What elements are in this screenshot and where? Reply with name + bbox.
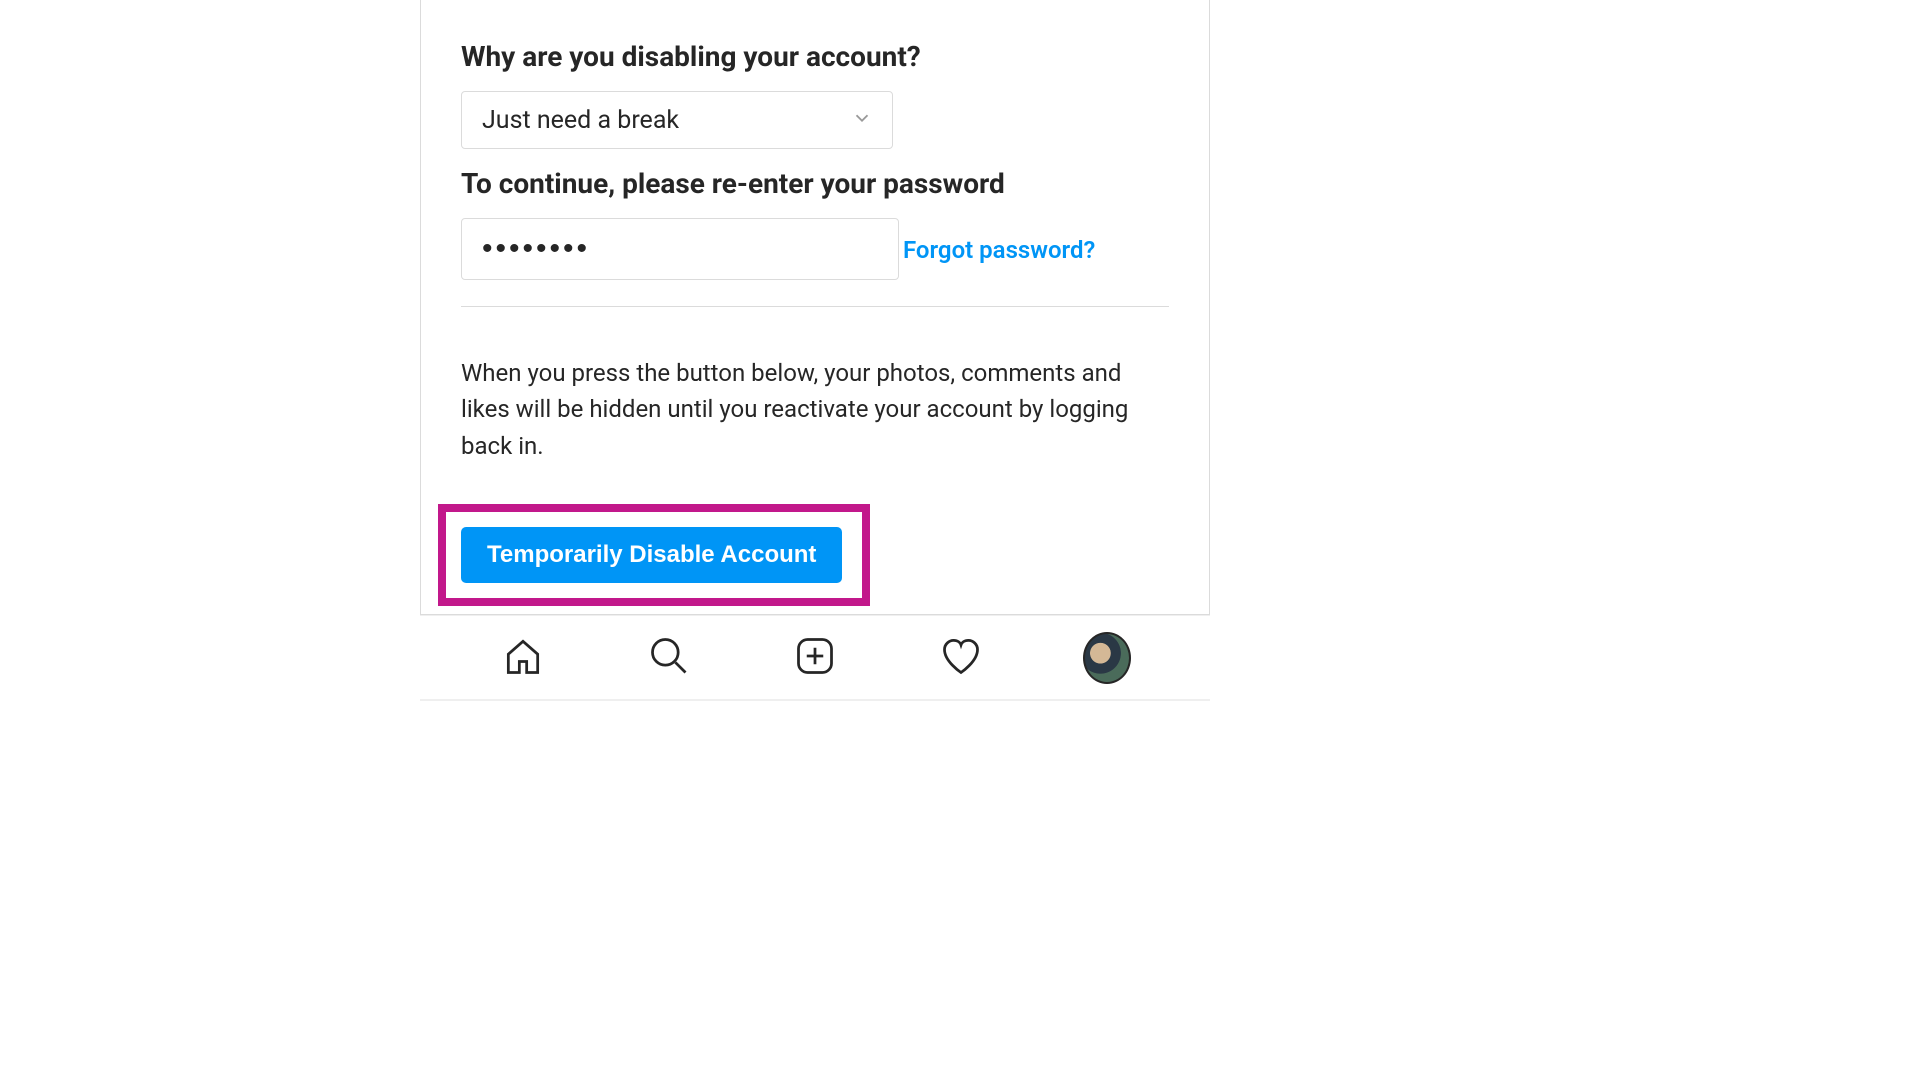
heart-icon xyxy=(939,634,983,682)
reason-select[interactable]: Just need a break xyxy=(461,91,893,149)
nav-create[interactable] xyxy=(791,634,839,682)
divider xyxy=(461,306,1169,307)
avatar xyxy=(1083,632,1131,684)
button-highlight: Temporarily Disable Account xyxy=(438,504,870,606)
nav-activity[interactable] xyxy=(937,634,985,682)
bottom-nav xyxy=(420,615,1210,701)
content-panel: Why are you disabling your account? Just… xyxy=(420,0,1210,615)
search-icon xyxy=(647,634,691,682)
nav-search[interactable] xyxy=(645,634,693,682)
disable-account-page: Why are you disabling your account? Just… xyxy=(420,0,1210,701)
forgot-password-link[interactable]: Forgot password? xyxy=(903,236,1095,264)
reason-heading: Why are you disabling your account? xyxy=(461,40,1169,73)
password-heading: To continue, please re-enter your passwo… xyxy=(461,167,1169,200)
reason-select-value: Just need a break xyxy=(461,91,893,149)
nav-profile[interactable] xyxy=(1083,634,1131,682)
nav-home[interactable] xyxy=(499,634,547,682)
password-input[interactable] xyxy=(461,218,899,280)
home-icon xyxy=(501,634,545,682)
temporarily-disable-button[interactable]: Temporarily Disable Account xyxy=(461,527,842,583)
info-text: When you press the button below, your ph… xyxy=(461,355,1169,464)
plus-icon xyxy=(793,634,837,682)
